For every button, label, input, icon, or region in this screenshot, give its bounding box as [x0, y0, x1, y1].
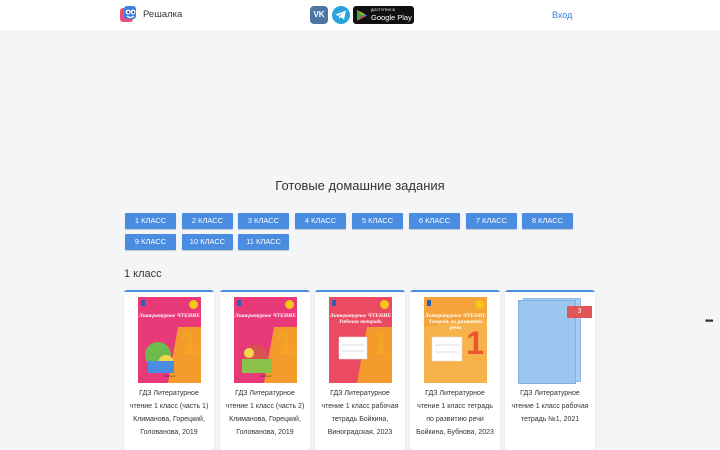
cover-part: Часть 1	[164, 374, 175, 378]
login-link[interactable]: Вход	[552, 10, 572, 20]
section-title: 1 класс	[124, 268, 162, 280]
book-card[interactable]: Литературное ЧТЕНИЕ Рабочая тетрадь 1 ГД…	[315, 290, 405, 450]
page-title: Готовые домашние задания	[275, 178, 445, 193]
grade-button-8[interactable]: 8 КЛАСС	[522, 213, 573, 229]
grade-button-4[interactable]: 4 КЛАСС	[295, 213, 346, 229]
publisher-logo	[427, 300, 431, 306]
publisher-logo	[141, 300, 145, 306]
card-accent-bar	[410, 290, 500, 292]
book-cover: Литературное ЧТЕНИЕ 1 Часть 1	[138, 297, 201, 383]
grade-button-2[interactable]: 2 КЛАСС	[182, 213, 233, 229]
book-cover: Литературное ЧТЕНИЕ 1 Часть 2	[234, 297, 297, 383]
google-play-icon	[357, 10, 367, 21]
school-badge-icon	[380, 300, 389, 309]
google-play-label: Google Play	[371, 13, 412, 22]
google-play-caption: ДОСТУПНО В	[371, 8, 395, 12]
top-header: Решалка VK ДОСТУПНО В Google Play Вход	[0, 0, 720, 30]
cover-part: Часть 2	[260, 374, 271, 378]
book-title[interactable]: ГДЗ Литературное чтение 1 класс (часть 2…	[225, 387, 305, 439]
count-badge: 3	[567, 306, 592, 318]
vk-icon[interactable]: VK	[310, 6, 328, 24]
school-badge-icon	[189, 300, 198, 309]
grade-button-9[interactable]: 9 КЛАСС	[125, 234, 176, 250]
book-card[interactable]: Литературное ЧТЕНИЕ 1 Часть 2 ГДЗ Литера…	[220, 290, 310, 450]
book-title[interactable]: ГДЗ Литературное чтение 1 класс (часть 1…	[129, 387, 209, 439]
grade-button-11[interactable]: 11 КЛАСС	[238, 234, 289, 250]
grade-button-7[interactable]: 7 КЛАСС	[466, 213, 517, 229]
grade-button-10[interactable]: 10 КЛАСС	[182, 234, 233, 250]
school-badge-icon	[285, 300, 294, 309]
grade-button-3[interactable]: 3 КЛАСС	[238, 213, 289, 229]
cover-grade-number: 1	[276, 325, 294, 361]
book-title[interactable]: ГДЗ Литературное чтение 1 класс тетрадь …	[415, 387, 495, 439]
school-badge-icon	[475, 300, 484, 309]
card-accent-bar	[505, 290, 595, 292]
cover-grade-number: 1	[466, 325, 484, 361]
cover-grade-number: 1	[180, 325, 198, 361]
cover-grade-number: 1	[371, 325, 389, 361]
book-card[interactable]: Литературное ЧТЕНИЕ 1 Часть 1 ГДЗ Литера…	[124, 290, 214, 450]
telegram-icon[interactable]	[332, 6, 350, 24]
google-play-button[interactable]: ДОСТУПНО В Google Play	[353, 6, 414, 24]
book-cover: Литературное ЧТЕНИЕ Тетрадь по развитию …	[424, 297, 487, 383]
grade-button-1[interactable]: 1 КЛАСС	[125, 213, 176, 229]
card-accent-bar	[124, 290, 214, 292]
cover-title: Литературное ЧТЕНИЕ Рабочая тетрадь	[329, 313, 392, 325]
grade-button-5[interactable]: 5 КЛАСС	[352, 213, 403, 229]
publisher-logo	[237, 300, 241, 306]
book-card[interactable]: Литературное ЧТЕНИЕ Тетрадь по развитию …	[410, 290, 500, 450]
card-accent-bar	[220, 290, 310, 292]
book-title[interactable]: ГДЗ Литературное чтение 1 класс рабочая …	[320, 387, 400, 439]
logo-icon[interactable]	[119, 5, 138, 24]
book-title[interactable]: ГДЗ Литературное чтение 1 класс рабочая …	[510, 387, 590, 426]
book-cover: Литературное ЧТЕНИЕ Рабочая тетрадь 1	[329, 297, 392, 383]
brand-name[interactable]: Решалка	[143, 9, 182, 20]
cover-title: Литературное ЧТЕНИЕ	[138, 313, 201, 319]
publisher-logo	[332, 300, 336, 306]
cover-title: Литературное ЧТЕНИЕ	[234, 313, 297, 319]
more-icon[interactable]: •••	[705, 316, 713, 327]
card-accent-bar	[315, 290, 405, 292]
grade-button-6[interactable]: 6 КЛАСС	[409, 213, 460, 229]
